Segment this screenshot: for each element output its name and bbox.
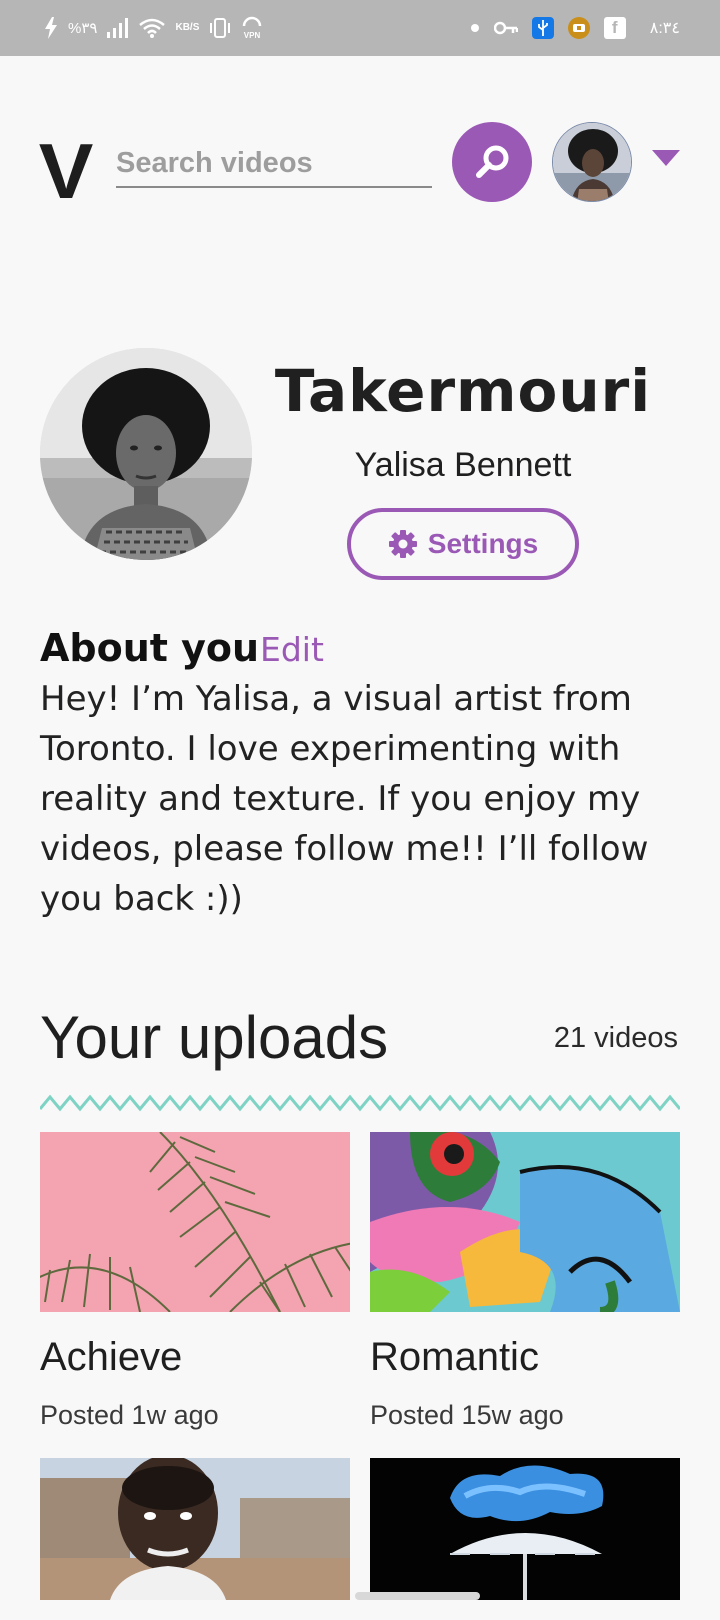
video-posted-date: Posted 15w ago bbox=[370, 1400, 564, 1430]
app-notification-icon bbox=[567, 17, 590, 39]
profile-photo bbox=[40, 348, 252, 560]
username-heading: Takermouri bbox=[274, 357, 652, 425]
video-posted-date: Posted 1w ago bbox=[40, 1400, 219, 1430]
zigzag-divider bbox=[40, 1094, 680, 1112]
search-button[interactable] bbox=[452, 122, 532, 202]
status-bar-right: f ٨:٣٤ bbox=[470, 0, 680, 56]
speed-unit: KB/S bbox=[175, 22, 200, 33]
full-name: Yalisa Bennett bbox=[354, 446, 572, 484]
key-icon bbox=[493, 21, 518, 35]
search-icon bbox=[476, 145, 509, 178]
scroll-handle[interactable] bbox=[355, 1592, 480, 1600]
video-card[interactable]: Romantic Posted 15w ago bbox=[370, 1132, 680, 1431]
video-title[interactable]: Romantic bbox=[370, 1332, 680, 1382]
video-card[interactable]: Achieve Posted 1w ago bbox=[40, 1132, 350, 1431]
settings-label: Settings bbox=[427, 528, 539, 559]
notification-dot-icon bbox=[470, 23, 480, 33]
user-avatar[interactable] bbox=[552, 122, 632, 202]
status-bar: %٣٩ KB/S VPN f ٨:٣٤ bbox=[0, 0, 720, 56]
video-title[interactable]: Achieve bbox=[40, 1332, 350, 1382]
app-logo[interactable]: V bbox=[39, 132, 94, 210]
uploads-heading: Your uploads bbox=[40, 1004, 389, 1071]
settings-button[interactable]: Settings bbox=[347, 508, 579, 580]
usb-icon bbox=[531, 17, 554, 39]
video-thumbnail[interactable] bbox=[40, 1132, 350, 1312]
gear-icon bbox=[388, 530, 417, 558]
search-input[interactable] bbox=[116, 140, 432, 188]
about-text: Hey! I’m Yalisa, a visual artist from To… bbox=[40, 679, 649, 919]
video-thumbnail[interactable] bbox=[370, 1132, 680, 1312]
vibrate-icon bbox=[209, 17, 231, 39]
clock: ٨:٣٤ bbox=[649, 20, 680, 37]
vpn-icon: VPN bbox=[241, 16, 263, 40]
about-heading: About you bbox=[40, 626, 260, 670]
account-menu-caret-icon[interactable] bbox=[652, 150, 680, 166]
vpn-label: VPN bbox=[244, 31, 261, 40]
video-thumbnail[interactable] bbox=[370, 1458, 680, 1600]
wifi-icon bbox=[139, 18, 166, 38]
battery-percent: %٣٩ bbox=[68, 20, 98, 37]
video-card[interactable] bbox=[40, 1458, 350, 1620]
charging-icon bbox=[44, 17, 58, 39]
about-edit-link[interactable]: Edit bbox=[260, 628, 324, 672]
uploads-count: 21 videos bbox=[553, 1022, 678, 1054]
facebook-icon: f bbox=[603, 17, 626, 39]
video-thumbnail[interactable] bbox=[40, 1458, 350, 1600]
status-bar-left: %٣٩ KB/S VPN bbox=[44, 0, 263, 56]
signal-icon bbox=[107, 18, 129, 38]
